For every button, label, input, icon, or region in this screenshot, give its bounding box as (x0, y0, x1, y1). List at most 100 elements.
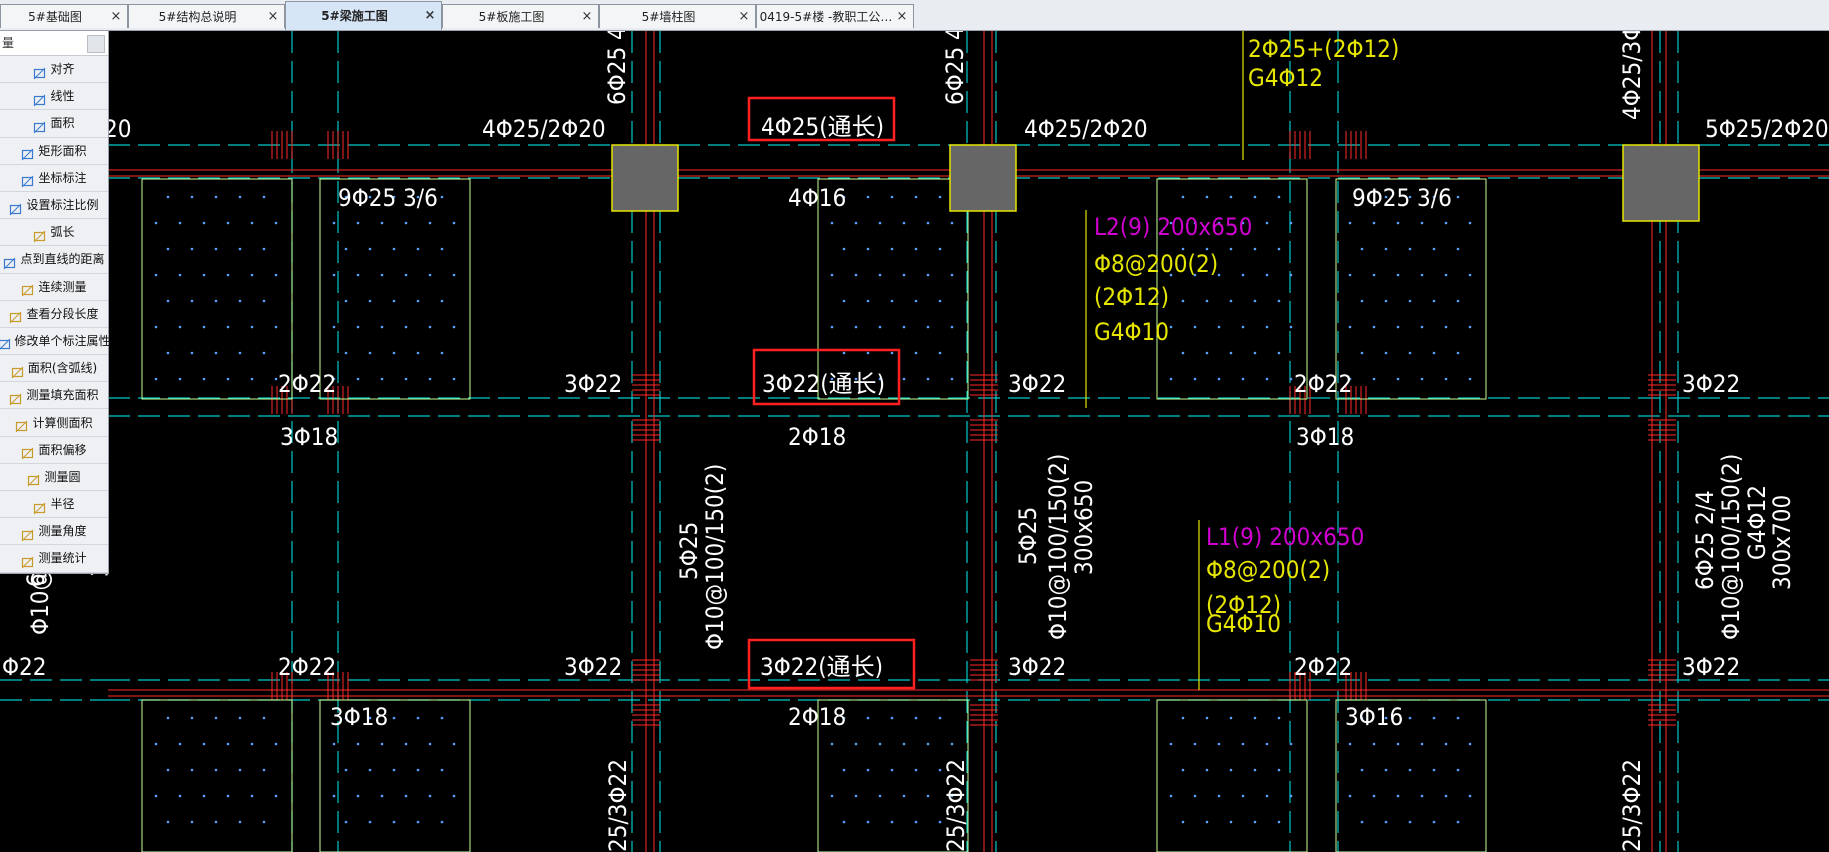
tool-edit-dim[interactable]: 修改单个标注属性 (0, 328, 111, 356)
rebar-label: 2Φ22 (1294, 370, 1352, 398)
slab-hatch-dot (938, 195, 942, 199)
tab-close-icon[interactable]: × (895, 5, 909, 29)
panel-pin-button[interactable] (87, 35, 105, 53)
tool-point-line[interactable]: 点到直线的距离 (0, 246, 108, 274)
slab-hatch-dot (440, 351, 444, 355)
slab-hatch-dot (190, 768, 194, 772)
slab-hatch-dot (914, 299, 918, 303)
cad-drawing-canvas[interactable]: 4Φ25/2Φ20 4Φ25/2Φ20 5Φ25/2Φ20 20 9Φ25 3/6 9Φ2… (0, 31, 1829, 852)
tab-6[interactable]: 0419-5#楼 -教职工公… × (756, 4, 914, 28)
slab-hatch-dot (902, 325, 906, 329)
tool-linear[interactable]: 线性 (0, 83, 108, 111)
slab-hatch-dot (866, 351, 870, 355)
tab-close-icon[interactable]: × (423, 2, 437, 30)
slab-hatch-dot (452, 794, 456, 798)
slab-hatch-dot (1468, 794, 1472, 798)
tool-align[interactable]: 对齐 (0, 56, 108, 84)
slab-hatch-dot (274, 794, 278, 798)
slab-hatch-dot (1265, 273, 1269, 277)
tool-radius[interactable]: 半径 (0, 491, 108, 519)
tool-area[interactable]: 面积 (0, 110, 108, 138)
slab-hatch-dot (332, 325, 336, 329)
slab-hatch-dot (452, 221, 456, 225)
radius-icon (33, 498, 46, 514)
slab-panel (1335, 178, 1487, 400)
tool-arc-area[interactable]: 面积(含弧线) (0, 355, 108, 383)
slab-hatch-dot (344, 351, 348, 355)
tab-5[interactable]: 5#墙柱图 × (599, 4, 756, 28)
tab-4[interactable]: 5#板施工图 × (442, 4, 599, 28)
tool-fill-area[interactable]: 测量填充面积 (0, 382, 108, 410)
slab-hatch-dot (1205, 768, 1209, 772)
tool-segment[interactable]: 查看分段长度 (0, 301, 108, 328)
slab-hatch-dot (274, 273, 278, 277)
slab-hatch-dot (190, 195, 194, 199)
slab-hatch-dot (1348, 742, 1352, 746)
slab-hatch-dot (1217, 794, 1221, 798)
slab-hatch-dot (1360, 299, 1364, 303)
tool-continuous[interactable]: 连续测量 (0, 274, 108, 301)
slab-hatch-dot (926, 325, 930, 329)
slab-hatch-dot (842, 351, 846, 355)
tool-stats[interactable]: 测量统计 (0, 545, 108, 573)
slab-hatch-dot (380, 377, 384, 381)
slab-hatch-dot (332, 794, 336, 798)
slab-hatch-dot (250, 377, 254, 381)
tool-circle[interactable]: 测量圆 (0, 464, 108, 491)
tool-arc[interactable]: 弧长 (0, 219, 108, 247)
slab-hatch-dot (842, 247, 846, 251)
rebar-label: 4Φ16 (788, 184, 846, 212)
beam-construction-drawing[interactable]: 4Φ25/2Φ20 4Φ25/2Φ20 5Φ25/2Φ20209Φ25 3/6 9Φ2… (0, 31, 1829, 852)
point-line-icon (3, 253, 16, 270)
tab-1[interactable]: 5#基础图 × (0, 4, 128, 28)
beam-l1-label: Φ8@200(2) (1206, 556, 1330, 584)
slab-hatch-dot (166, 247, 170, 251)
slab-hatch-dot (274, 325, 278, 329)
slab-hatch-dot (1420, 794, 1424, 798)
slab-hatch-dot (926, 221, 930, 225)
slab-hatch-dot (1372, 794, 1376, 798)
slab-hatch-dot (878, 221, 882, 225)
rebar-label: 3Φ22 (1008, 370, 1066, 398)
slab-hatch-dot (178, 794, 182, 798)
slab-hatch-dot (1348, 221, 1352, 225)
tab-close-icon[interactable]: × (737, 5, 751, 29)
slab-hatch-dot (262, 716, 266, 720)
slab-hatch-dot (1205, 820, 1209, 824)
slab-hatch-dot (428, 273, 432, 277)
slab-hatch-dot (1265, 325, 1269, 329)
tab-close-icon[interactable]: × (266, 5, 280, 29)
tool-side-area[interactable]: 计算侧面积 (0, 409, 108, 437)
slab-hatch-dot (404, 325, 408, 329)
tool-rect-area[interactable]: 矩形面积 (0, 138, 108, 165)
slab-hatch-dot (1253, 351, 1257, 355)
slab-hatch-dot (416, 299, 420, 303)
slab-hatch-dot (1468, 742, 1472, 746)
tab-label: 0419-5#楼 -教职工公… (759, 10, 893, 24)
slab-hatch-dot (1456, 716, 1460, 720)
slab-hatch-dot (902, 794, 906, 798)
tab-close-icon[interactable]: × (580, 5, 594, 29)
slab-hatch-dot (914, 768, 918, 772)
slab-hatch-dot (1408, 247, 1412, 251)
slab-hatch-dot (1372, 325, 1376, 329)
tool-scale[interactable]: 设置标注比例 (0, 192, 108, 220)
slab-hatch-dot (226, 221, 230, 225)
slab-hatch-dot (250, 273, 254, 277)
slab-hatch-dot (238, 351, 242, 355)
tab-close-icon[interactable]: × (109, 5, 123, 29)
rebar-label: 25/3Φ22 (942, 759, 970, 852)
tool-angle[interactable]: 测量角度 (0, 518, 108, 546)
tab-2[interactable]: 5#结构总说明 × (128, 4, 285, 28)
align-icon (33, 63, 46, 79)
slab-hatch-dot (1384, 351, 1388, 355)
beam-l1-label: G4Φ10 (1206, 610, 1281, 638)
tool-coordinate[interactable]: 坐标标注 (0, 165, 108, 192)
rebar-label: 4Φ25/3Φ (1618, 31, 1646, 120)
tool-offset[interactable]: 面积偏移 (0, 437, 108, 464)
slab-hatch-dot (416, 820, 420, 824)
slab-hatch-dot (356, 325, 360, 329)
slab-hatch-dot (866, 716, 870, 720)
slab-hatch-dot (226, 377, 230, 381)
tab-3[interactable]: 5#梁施工图 × (285, 1, 442, 30)
